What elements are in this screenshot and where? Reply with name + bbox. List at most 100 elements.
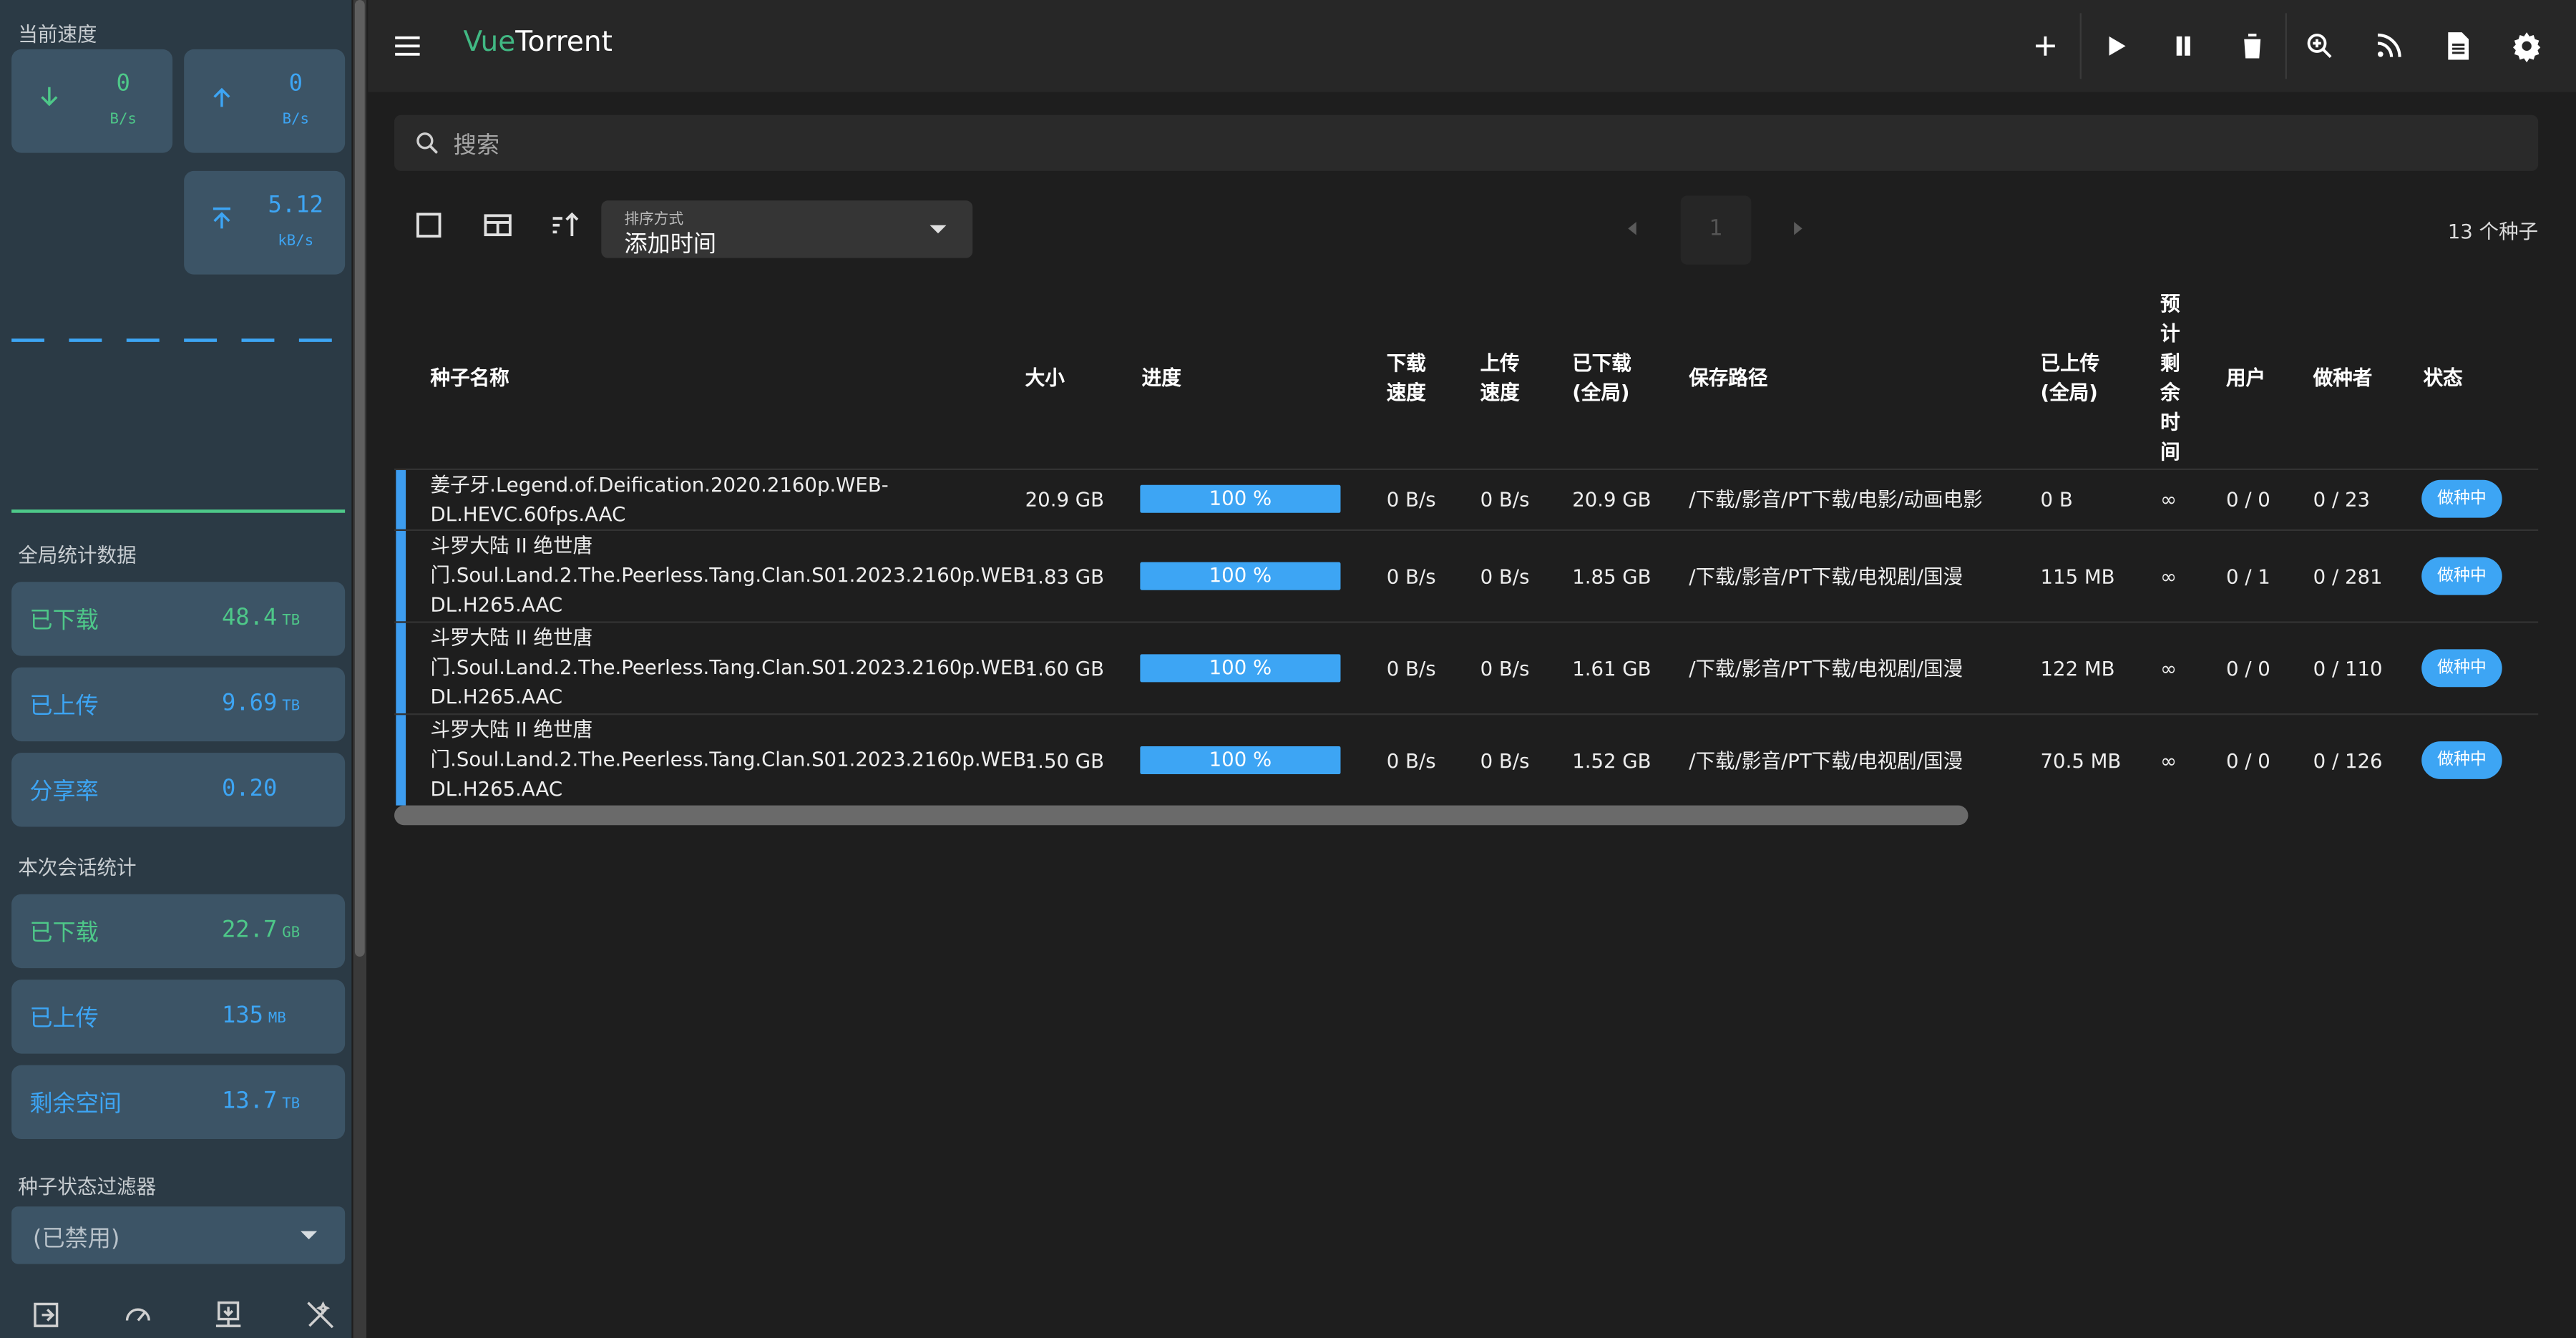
- torrent-size: 1.60 GB: [1025, 657, 1105, 681]
- up-speed: 0 B/s: [1480, 657, 1530, 681]
- play-icon: [2109, 36, 2126, 56]
- eta: ∞: [2160, 749, 2177, 773]
- speed-graph-baseline: [11, 509, 346, 513]
- chevron-down-icon: [930, 225, 947, 234]
- arrow-down-icon: [41, 87, 58, 107]
- seeds: 0 / 23: [2313, 488, 2371, 512]
- col-peers[interactable]: 用户: [2226, 363, 2265, 393]
- stat-value: 9.69 TB: [221, 690, 301, 717]
- torrent-name: 斗罗大陆 II 绝世唐 门.Soul.Land.2.The.Peerless.Ta…: [430, 626, 1034, 709]
- torrent-size: 1.83 GB: [1025, 565, 1105, 589]
- col-downloaded[interactable]: 已下载 (全局): [1572, 348, 1631, 408]
- progress-bar: 100 %: [1140, 746, 1341, 775]
- grid-view-icon[interactable]: [482, 209, 514, 242]
- global-stats-label: 全局统计数据: [18, 544, 137, 567]
- state-filter-select[interactable]: (已禁用): [11, 1206, 346, 1264]
- table-horizontal-scrollbar[interactable]: [394, 805, 1968, 826]
- col-up-speed[interactable]: 上传 速度: [1480, 348, 1520, 408]
- search-placeholder: 搜索: [453, 133, 499, 160]
- search-field[interactable]: 搜索: [394, 114, 2539, 171]
- pause-icon: [2176, 36, 2190, 56]
- up-speed: 0 B/s: [1480, 565, 1530, 589]
- logout-icon[interactable]: [29, 1299, 62, 1332]
- session-stats-label: 本次会话统计: [18, 856, 137, 880]
- torrent-count: 13 个种子: [2447, 220, 2539, 243]
- eta: ∞: [2160, 488, 2177, 512]
- stat-label: 剩余空间: [29, 1091, 122, 1118]
- speed-graph: [11, 338, 346, 342]
- upload-speed-card: 0 B/s: [184, 49, 346, 153]
- delete-icon: [2241, 34, 2264, 59]
- peers: 0 / 0: [2225, 488, 2270, 512]
- downloaded: 1.52 GB: [1572, 749, 1652, 773]
- global-uploaded-card: 已上传 9.69 TB: [11, 667, 346, 742]
- log-icon: [2448, 32, 2469, 60]
- rss-icon: [2377, 33, 2401, 57]
- resume-button[interactable]: [2093, 23, 2139, 69]
- add-torrent-button[interactable]: [2022, 23, 2068, 69]
- state-filter-value: (已禁用): [32, 1226, 120, 1253]
- col-dl-speed[interactable]: 下载 速度: [1387, 348, 1426, 408]
- save-path: /下载/影音/PT下载/电视剧/国漫: [1689, 657, 1963, 681]
- download-speed-value: 0: [116, 70, 130, 97]
- download-network-icon[interactable]: [212, 1299, 245, 1332]
- dl-speed: 0 B/s: [1386, 749, 1436, 773]
- stat-value: 13.7 TB: [221, 1088, 301, 1115]
- sort-by-label: 排序方式: [624, 212, 684, 229]
- save-path: /下载/影音/PT下载/电视剧/国漫: [1689, 565, 1963, 589]
- save-path: /下载/影音/PT下载/电视剧/国漫: [1689, 749, 1963, 773]
- upload-speed-unit: B/s: [282, 112, 309, 129]
- delete-button[interactable]: [2230, 23, 2275, 69]
- alt-speed-unit: kB/s: [278, 233, 314, 250]
- wand-off-icon[interactable]: [304, 1299, 337, 1332]
- col-progress[interactable]: 进度: [1142, 363, 1181, 393]
- current-page-button[interactable]: 1: [1680, 195, 1752, 265]
- pause-button[interactable]: [2160, 23, 2206, 69]
- col-name[interactable]: 种子名称: [431, 363, 509, 393]
- logs-button[interactable]: [2435, 23, 2481, 69]
- stat-label: 已上传: [29, 693, 99, 721]
- col-seeds[interactable]: 做种者: [2313, 363, 2373, 393]
- state-filter-label: 种子状态过滤器: [18, 1175, 157, 1198]
- eta: ∞: [2160, 657, 2177, 681]
- prev-page-icon[interactable]: [1628, 222, 1636, 235]
- upload-limit-icon: [213, 207, 231, 229]
- free-space-card: 剩余空间 13.7 TB: [11, 1065, 346, 1140]
- alt-speed-card: 5.12 kB/s: [184, 170, 346, 275]
- next-page-icon[interactable]: [1794, 222, 1802, 235]
- seeds: 0 / 126: [2313, 749, 2383, 773]
- col-size[interactable]: 大小: [1025, 363, 1065, 393]
- speedometer-icon[interactable]: [122, 1299, 155, 1332]
- col-uploaded[interactable]: 已上传 (全局): [2041, 348, 2100, 408]
- download-speed-unit: B/s: [109, 112, 137, 129]
- search-plugin-button[interactable]: [2297, 23, 2343, 69]
- sort-order-icon[interactable]: [549, 209, 582, 242]
- menu-icon[interactable]: [391, 29, 424, 62]
- peers: 0 / 1: [2225, 565, 2270, 589]
- sort-by-select[interactable]: 排序方式 添加时间: [601, 200, 973, 258]
- rss-button[interactable]: [2366, 23, 2411, 69]
- torrent-name: 姜子牙.Legend.of.Deification.2020.2160p.WEB…: [430, 473, 889, 527]
- select-all-checkbox-icon[interactable]: [412, 209, 445, 242]
- global-downloaded-card: 已下载 48.4 TB: [11, 582, 346, 656]
- row-selection-bar: [396, 622, 406, 714]
- progress-bar: 100 %: [1140, 562, 1341, 590]
- progress-bar: 100 %: [1140, 654, 1341, 683]
- settings-button[interactable]: [2504, 23, 2550, 69]
- uploaded: 122 MB: [2040, 657, 2115, 681]
- sidebar-scrollbar-thumb[interactable]: [354, 0, 365, 957]
- col-save-path[interactable]: 保存路径: [1689, 363, 1767, 393]
- col-eta[interactable]: 预计剩 余时间: [2160, 289, 2180, 467]
- alt-speed-value: 5.12: [268, 192, 323, 219]
- col-status[interactable]: 状态: [2423, 363, 2462, 393]
- downloaded: 1.61 GB: [1572, 657, 1652, 681]
- status-badge: 做种中: [2421, 557, 2502, 595]
- session-downloaded-card: 已下载 22.7 GB: [11, 894, 346, 969]
- settings-icon: [2512, 32, 2541, 63]
- torrent-name: 斗罗大陆 II 绝世唐 门.Soul.Land.2.The.Peerless.Ta…: [430, 534, 1034, 617]
- stat-label: 已下载: [29, 920, 99, 947]
- session-uploaded-card: 已上传 135 MB: [11, 980, 346, 1054]
- add-icon: [2036, 36, 2055, 56]
- status-badge: 做种中: [2421, 479, 2502, 518]
- row-selection-bar: [396, 715, 406, 806]
